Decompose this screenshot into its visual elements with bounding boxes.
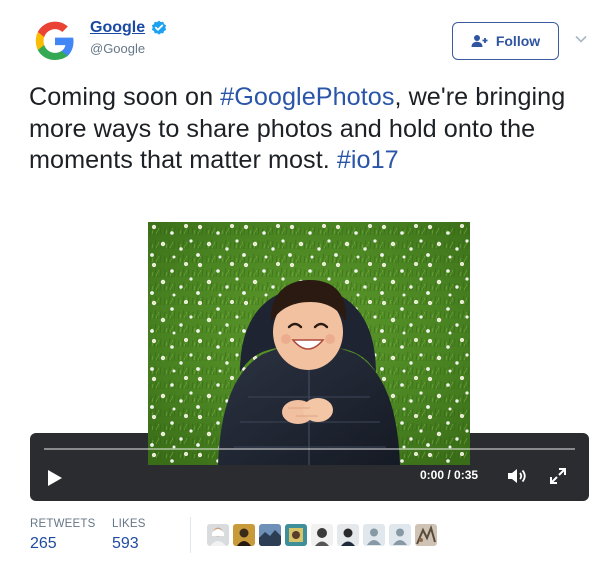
video-player[interactable]: 0:00 / 0:35	[30, 222, 589, 501]
video-current-time: 0:00	[420, 468, 445, 482]
author-name[interactable]: Google	[90, 18, 145, 38]
likes-label: LIKES	[112, 518, 146, 530]
video-duration: 0:35	[454, 468, 479, 482]
video-progress-bar[interactable]	[44, 448, 575, 450]
avatar-9[interactable]	[415, 524, 437, 546]
author-name-row: Google	[90, 18, 167, 38]
video-time-separator: /	[444, 468, 455, 482]
video-time-display: 0:00 / 0:35	[420, 468, 478, 482]
avatar-5[interactable]	[311, 524, 333, 546]
likes-stat[interactable]: LIKES 593	[112, 517, 206, 554]
hashtag-googlephotos-link[interactable]: #GooglePhotos	[220, 83, 394, 111]
tweet-text: Coming soon on #GooglePhotos, we're brin…	[29, 82, 584, 177]
add-user-icon	[471, 34, 489, 48]
video-thumbnail-image[interactable]	[148, 222, 470, 465]
tweet-text-segment: Coming soon on	[29, 83, 221, 111]
hashtag-io17-link[interactable]: #io17	[337, 146, 399, 174]
tweet-author: Google @Google	[90, 18, 167, 57]
stats-divider	[190, 517, 191, 553]
avatar-default-8[interactable]	[389, 524, 411, 546]
retweets-count: 265	[30, 535, 57, 552]
chevron-down-icon[interactable]	[574, 31, 588, 43]
play-icon[interactable]	[47, 469, 63, 487]
liker-avatars	[207, 524, 437, 546]
fullscreen-icon[interactable]	[549, 467, 567, 485]
verified-badge-icon	[151, 20, 167, 36]
volume-icon[interactable]	[507, 467, 529, 485]
avatar-default-7[interactable]	[363, 524, 385, 546]
author-handle[interactable]: @Google	[90, 41, 167, 57]
avatar-1[interactable]	[207, 524, 229, 546]
retweets-label: RETWEETS	[30, 518, 96, 530]
avatar-4[interactable]	[285, 524, 307, 546]
avatar-6[interactable]	[337, 524, 359, 546]
avatar-2[interactable]	[233, 524, 255, 546]
likes-count: 593	[112, 535, 139, 552]
avatar-3[interactable]	[259, 524, 281, 546]
follow-button-label: Follow	[495, 33, 541, 49]
follow-button[interactable]: Follow	[452, 22, 559, 60]
tweet-stats: RETWEETS 265 LIKES 593	[30, 517, 206, 554]
google-logo-icon[interactable]	[28, 14, 82, 68]
retweets-stat[interactable]: RETWEETS 265	[30, 517, 112, 554]
